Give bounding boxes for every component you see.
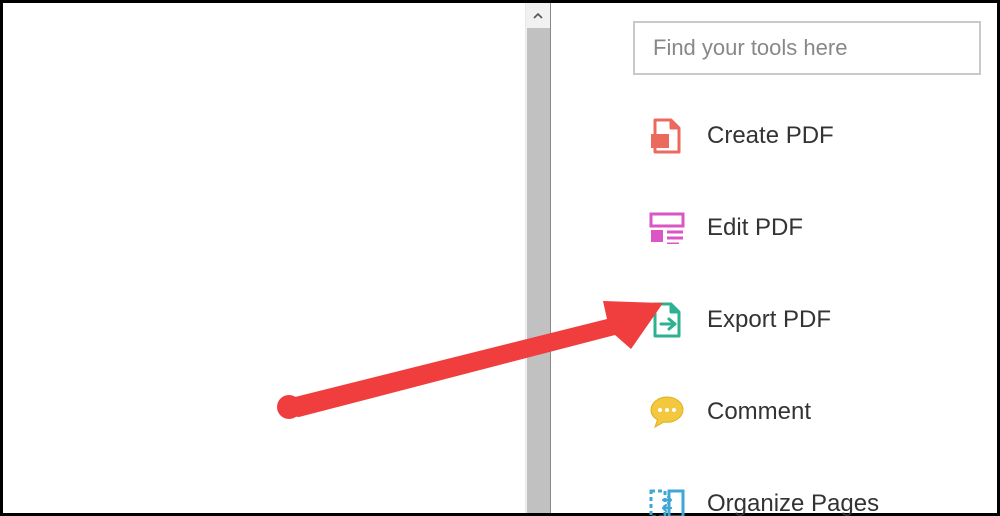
tool-item-label: Export PDF (707, 306, 831, 334)
tool-item-create-pdf[interactable]: Create PDF (649, 110, 975, 162)
tool-item-comment[interactable]: Comment (649, 386, 975, 438)
document-content-area (3, 3, 525, 513)
organize-pages-icon (649, 486, 685, 516)
tools-list: Create PDF Edit PDF (649, 110, 975, 516)
chevron-up-icon (533, 11, 543, 21)
tool-item-label: Organize Pages (707, 490, 879, 516)
tool-item-edit-pdf[interactable]: Edit PDF (649, 202, 975, 254)
create-pdf-icon (649, 118, 685, 154)
tool-item-label: Edit PDF (707, 214, 803, 242)
tool-item-label: Comment (707, 398, 811, 426)
tool-item-organize-pages[interactable]: Organize Pages (649, 478, 975, 516)
search-input[interactable] (633, 21, 981, 75)
vertical-scrollbar[interactable] (525, 3, 551, 513)
edit-pdf-icon (649, 210, 685, 246)
export-pdf-icon (649, 302, 685, 338)
scrollbar-up-button[interactable] (526, 3, 550, 28)
tool-item-label: Create PDF (707, 122, 834, 150)
tools-panel: Create PDF Edit PDF (551, 3, 997, 513)
comment-icon (649, 394, 685, 430)
scrollbar-thumb[interactable] (527, 28, 550, 513)
tool-item-export-pdf[interactable]: Export PDF (649, 294, 975, 346)
